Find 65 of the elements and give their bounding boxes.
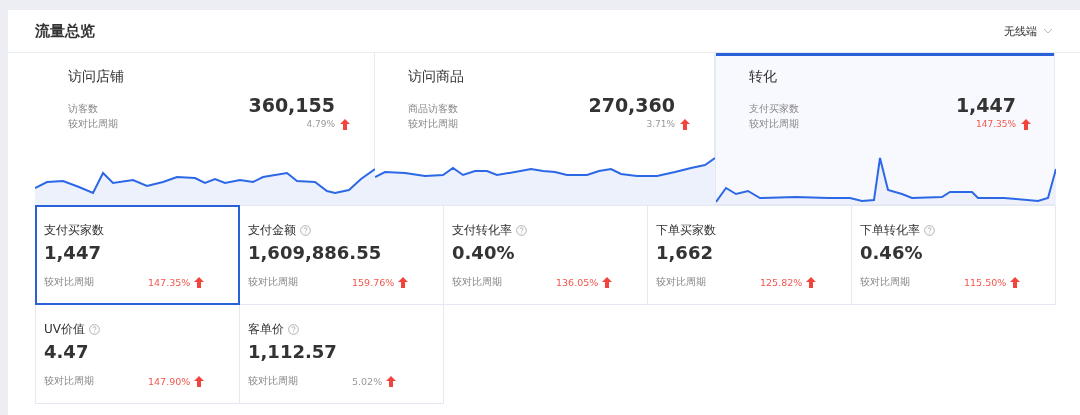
change-percent: 136.05% xyxy=(556,276,599,288)
metric-title: 客单价 xyxy=(248,321,284,338)
metric-value: 1,447 xyxy=(44,242,102,263)
metric-title: 下单转化率 xyxy=(860,222,920,239)
compare-label: 较对比周期 xyxy=(248,374,299,388)
up-arrow-icon xyxy=(194,375,205,387)
up-arrow-icon xyxy=(602,276,613,288)
up-arrow-icon xyxy=(680,118,690,130)
metric-title: UV价值 xyxy=(44,321,85,338)
up-arrow-icon xyxy=(1010,276,1021,288)
metric-value: 1,609,886.55 xyxy=(248,242,383,263)
metric-card[interactable]: 客单价 1,112.57 较对比周期 5.02% xyxy=(239,304,444,404)
metric-title: 支付买家数 xyxy=(44,222,104,239)
up-arrow-icon xyxy=(398,276,409,288)
metric-label: 商品访客数 xyxy=(408,102,459,116)
compare-label: 较对比周期 xyxy=(452,275,503,289)
compare-label: 较对比周期 xyxy=(656,275,707,289)
metric-card[interactable]: 下单买家数 1,662 较对比周期 125.82% xyxy=(647,205,852,305)
up-arrow-icon xyxy=(386,375,397,387)
metric-value: 0.40% xyxy=(452,242,516,263)
change-percent: 4.79% xyxy=(305,119,335,129)
metric-label: 支付买家数 xyxy=(749,102,800,116)
terminal-dropdown[interactable]: 无线端 xyxy=(1004,23,1053,39)
overview-tab[interactable]: 转化 支付买家数 1,447 较对比周期 147.35% xyxy=(715,53,1055,205)
compare-label: 较对比周期 xyxy=(749,117,800,131)
metric-value: 4.47 xyxy=(44,341,90,362)
change-percent: 3.71% xyxy=(645,119,675,129)
compare-label: 较对比周期 xyxy=(44,374,95,388)
change-percent: 147.35% xyxy=(974,119,1016,129)
change-percent: 5.02% xyxy=(352,375,383,387)
metric-card[interactable]: 支付转化率 0.40% 较对比周期 136.05% xyxy=(443,205,648,305)
compare-label: 较对比周期 xyxy=(860,275,911,289)
tile-title: 访问店铺 xyxy=(68,68,124,84)
up-arrow-icon xyxy=(340,118,350,130)
change-percent: 115.50% xyxy=(964,276,1007,288)
overview-tab[interactable]: 访问店铺 访客数 360,155 较对比周期 4.79% xyxy=(35,53,375,205)
metric-title: 支付金额 xyxy=(248,222,296,239)
compare-label: 较对比周期 xyxy=(248,275,299,289)
compare-label: 较对比周期 xyxy=(68,117,119,131)
metric-card[interactable]: UV价值 4.47 较对比周期 147.90% xyxy=(35,304,240,404)
compare-label: 较对比周期 xyxy=(408,117,459,131)
chevron-down-icon xyxy=(1043,28,1053,34)
tile-title: 访问商品 xyxy=(408,68,464,84)
metric-title: 支付转化率 xyxy=(452,222,512,239)
up-arrow-icon xyxy=(1021,118,1031,130)
overview-tab[interactable]: 访问商品 商品访客数 270,360 较对比周期 3.71% xyxy=(375,53,715,205)
metric-value: 1,447 xyxy=(954,94,1016,116)
panel-title: 流量总览 xyxy=(35,21,95,41)
metric-title: 下单买家数 xyxy=(656,222,716,239)
change-percent: 147.90% xyxy=(148,375,191,387)
metric-card[interactable]: 支付买家数 1,447 较对比周期 147.35% xyxy=(35,205,240,305)
metric-value: 1,112.57 xyxy=(248,341,338,362)
up-arrow-icon xyxy=(806,276,817,288)
change-percent: 159.76% xyxy=(352,276,395,288)
change-percent: 125.82% xyxy=(760,276,803,288)
metric-label: 访客数 xyxy=(68,102,99,116)
metric-value: 0.46% xyxy=(860,242,924,263)
metric-value: 270,360 xyxy=(587,94,675,116)
tile-title: 转化 xyxy=(749,68,777,84)
metric-value: 1,662 xyxy=(656,242,714,263)
metric-value: 360,155 xyxy=(247,94,335,116)
up-arrow-icon xyxy=(194,276,205,288)
metric-card[interactable]: 下单转化率 0.46% 较对比周期 115.50% xyxy=(851,205,1056,305)
change-percent: 147.35% xyxy=(148,276,191,288)
compare-label: 较对比周期 xyxy=(44,275,95,289)
